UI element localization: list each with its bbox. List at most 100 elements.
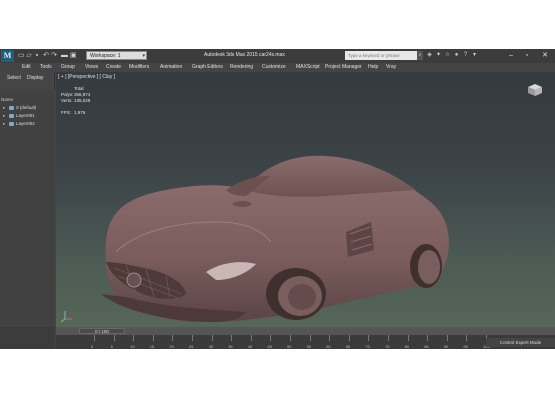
timeline-tick-mark <box>250 335 252 341</box>
timeline-tick-mark <box>388 335 389 341</box>
scene-explorer-panel: Select Display Name ▸ 0 (default) ▸ Layer0… <box>0 72 55 349</box>
menu-views[interactable]: Views <box>85 64 98 71</box>
timeline-tick-mark <box>113 335 115 341</box>
menu-edit[interactable]: Edit <box>22 64 31 71</box>
max-application: M ▭ ▱ ▪ ↶ ↷ ▬ ▣ Workspace: 1 ▾ Autodesk … <box>0 49 555 349</box>
mini-listener[interactable] <box>0 327 55 349</box>
timeline-tick-label: 90 <box>443 344 449 349</box>
timeline-tick-label: 75 <box>385 344 390 349</box>
tab-select[interactable]: Select <box>7 75 21 81</box>
menu-tools[interactable]: Tools <box>40 64 52 71</box>
timeline-tick-label: 5 <box>110 344 113 349</box>
layer-name: 0 (default) <box>16 105 37 110</box>
close-button[interactable]: ✕ <box>538 51 552 61</box>
layer-icon <box>9 105 14 110</box>
menu-create[interactable]: Create <box>106 64 121 71</box>
timeline-tick-label: 65 <box>345 344 351 349</box>
redo-icon[interactable]: ↷ <box>51 52 57 59</box>
time-slider[interactable]: 0 / 100 <box>56 327 555 335</box>
perspective-viewport[interactable]: [ + ] [Perspective ] [ Clay ] Total Poly… <box>56 72 555 327</box>
timeline-tick-mark <box>133 335 135 341</box>
timeline-tick-label: 25 <box>189 344 194 349</box>
set-project-icon[interactable]: ▣ <box>70 52 77 59</box>
expand-arrow-icon[interactable]: ▸ <box>3 120 7 127</box>
menu-help[interactable]: Help <box>368 64 378 71</box>
layer-icon <box>9 121 14 126</box>
timeline-tick-mark <box>152 335 154 341</box>
axis-tripod-icon <box>60 311 72 323</box>
timeline-tick-label: 15 <box>149 344 155 349</box>
layer-list <box>0 90 55 349</box>
timeline-tick-mark <box>466 335 468 341</box>
layer-icon <box>9 113 14 118</box>
open-file-icon[interactable]: ▱ <box>26 52 32 59</box>
search-icon[interactable]: ⌕ <box>417 51 423 60</box>
chevron-down-icon: ▾ <box>142 53 145 59</box>
timeline-tick-label: 95 <box>463 344 468 349</box>
menu-rendering[interactable]: Rendering <box>230 64 253 71</box>
window-title: Autodesk 3ds Max 2015 car24s.max <box>204 52 285 58</box>
timeline-tick-label: 50 <box>287 344 292 349</box>
timeline-tick-label: 20 <box>169 344 174 349</box>
timeline-tick-label: 0 <box>91 344 94 349</box>
timeline-tick-mark <box>290 335 291 341</box>
track-bar[interactable]: 0510152025303540455055606570758085909510… <box>56 335 555 349</box>
timeline-tick-mark <box>211 335 213 341</box>
menu-animation[interactable]: Animation <box>160 64 182 71</box>
timeline-tick-mark <box>329 335 331 341</box>
menu-maxscript[interactable]: MAXScript <box>296 64 320 71</box>
name-column-header[interactable]: Name <box>1 97 13 102</box>
timeline-tick-mark <box>407 335 409 341</box>
frame-counter[interactable]: 0 / 100 <box>79 328 125 334</box>
menu-modifiers[interactable]: Modifiers <box>129 64 149 71</box>
menu-vray[interactable]: Vray <box>386 64 396 71</box>
timeline-tick-label: 40 <box>247 344 253 349</box>
timeline-tick-label: 30 <box>208 344 214 349</box>
help-dropdown-icon[interactable]: ▾ <box>471 52 478 59</box>
layer-name: Layer002 <box>16 121 35 126</box>
timeline-tick-mark <box>427 335 429 341</box>
timeline-tick-label: 45 <box>267 344 272 349</box>
tab-display[interactable]: Display <box>27 75 43 81</box>
minimize-button[interactable]: – <box>504 51 518 61</box>
timeline-tick-label: 85 <box>424 344 429 349</box>
expand-arrow-icon[interactable]: ▸ <box>3 112 7 119</box>
expand-arrow-icon[interactable]: ▸ <box>3 104 7 111</box>
timeline-tick-label: 60 <box>326 344 331 349</box>
menu-graph-editors[interactable]: Graph Editors <box>192 64 223 71</box>
title-bar: M ▭ ▱ ▪ ↶ ↷ ▬ ▣ Workspace: 1 ▾ Autodesk … <box>0 49 555 63</box>
timeline-tick-label: 55 <box>306 344 312 349</box>
save-file-icon[interactable]: ▪ <box>34 52 40 59</box>
menu-customize[interactable]: Customize <box>262 64 286 71</box>
timeline-tick-mark <box>94 335 95 341</box>
favorites-star-icon[interactable]: ☆ <box>444 52 451 59</box>
timeline-tick-label: 70 <box>365 344 370 349</box>
timeline-tick-mark <box>231 335 233 341</box>
workspace-dropdown[interactable]: Workspace: 1 ▾ <box>86 51 147 60</box>
account-icon[interactable]: ● <box>453 52 460 59</box>
menu-project-manager[interactable]: Project Manager <box>325 64 362 71</box>
layer-row-002[interactable]: ▸ Layer002 <box>3 120 35 127</box>
new-file-icon[interactable]: ▭ <box>18 52 25 59</box>
timeline-tick-mark <box>368 335 370 341</box>
menu-group[interactable]: Group <box>61 64 75 71</box>
communication-center-icon[interactable]: ✦ <box>435 52 442 59</box>
undo-icon[interactable]: ↶ <box>43 52 49 59</box>
layer-row-default[interactable]: ▸ 0 (default) <box>3 104 36 111</box>
layer-row-001[interactable]: ▸ Layer001 <box>3 112 35 119</box>
timeline-tick-mark <box>348 335 350 341</box>
workspace-label: Workspace: 1 <box>90 53 121 59</box>
timeline-tick-mark <box>172 335 174 341</box>
subscription-icon[interactable]: ◈ <box>426 52 433 59</box>
help-icon[interactable]: ? <box>462 52 469 59</box>
menu-bar: Edit Tools Group Views Create Modifiers … <box>0 63 555 72</box>
timeline-tick-label: 10 <box>130 344 135 349</box>
timeline-tick-mark <box>270 335 272 341</box>
maximize-button[interactable]: ▫ <box>520 51 534 61</box>
app-logo-icon[interactable]: M <box>1 50 14 62</box>
project-folder-icon[interactable]: ▬ <box>61 52 68 59</box>
timeline-tick-mark <box>309 335 311 341</box>
timeline-tick-mark <box>446 335 448 341</box>
search-input[interactable]: Type a keyword or phrase <box>345 51 417 60</box>
car-model[interactable] <box>56 72 555 327</box>
